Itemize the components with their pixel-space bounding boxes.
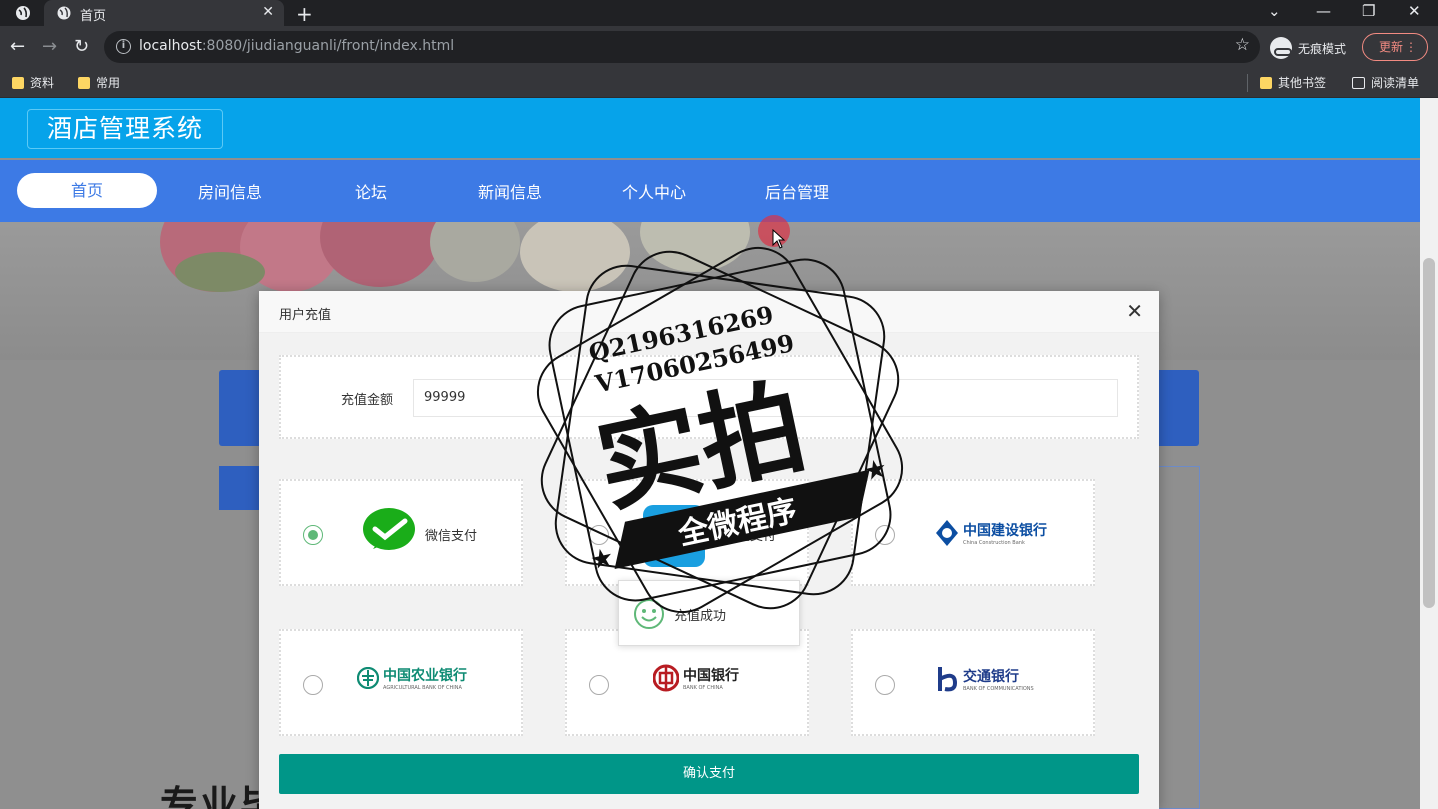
incognito-indicator[interactable]: 无痕模式 [1270,37,1346,59]
abc-icon [357,667,379,689]
new-tab-icon[interactable]: + [296,2,313,26]
radio-button[interactable] [303,675,323,695]
star-icon[interactable]: ☆ [1235,35,1250,55]
toast-message: 充值成功 [674,609,727,624]
back-icon[interactable]: ← [10,36,25,57]
chevron-down-icon[interactable]: ⌄ [1268,2,1281,20]
close-window-icon[interactable]: ✕ [1408,2,1421,20]
reload-icon[interactable]: ↻ [74,36,89,57]
mouse-cursor-icon [772,229,786,249]
globe-icon [16,6,30,20]
nav-item-home[interactable]: 首页 [17,173,157,208]
close-icon[interactable]: ✕ [262,4,274,20]
radio-button[interactable] [303,525,323,545]
url-text: localhost:8080/jiudianguanli/front/index… [139,38,455,54]
browser-tab-bar: 首页 ✕ + ⌄ — ❐ ✕ [0,0,1438,26]
bocom-icon [938,667,958,692]
amount-input[interactable]: 99999 [413,379,1118,417]
dialog-header: 用户充值 ✕ [259,291,1159,333]
folder-icon [1260,76,1272,89]
browser-toolbar: ← → ↻ i localhost:8080/jiudianguanli/fro… [0,26,1438,68]
boc-logo: 中国银行 BANK OF CHINA [653,663,739,693]
forward-icon[interactable]: → [42,36,57,57]
site-header: 酒店管理系统 [0,98,1420,158]
scrollbar-thumb[interactable] [1423,258,1435,608]
tab-title: 首页 [80,9,107,24]
restore-icon[interactable]: ❐ [1362,2,1375,20]
globe-icon [57,6,71,20]
more-icon[interactable]: ⋮ [1405,34,1417,60]
nav-item-profile[interactable]: 个人中心 [622,179,686,203]
radio-button[interactable] [875,525,895,545]
nav-item-admin[interactable]: 后台管理 [765,179,829,203]
bocom-logo: 交通银行 BANK OF COMMUNICATIONS [937,665,1034,693]
payment-option-bocom[interactable]: 交通银行 BANK OF COMMUNICATIONS [851,629,1095,736]
alipay-icon: 支 [643,505,705,567]
bookmark-folder[interactable]: 其他书签 [1260,74,1326,91]
payment-option-alipay[interactable]: 支 支付宝支付 [565,479,809,586]
success-toast: 充值成功 [618,580,800,646]
tab-home[interactable]: 首页 ✕ [44,0,284,26]
payment-option-wechat[interactable]: 微信支付 [279,479,523,586]
folder-icon [12,76,24,89]
address-bar[interactable]: i localhost:8080/jiudianguanli/front/ind… [104,31,1260,63]
boc-icon [653,664,679,692]
main-nav: 首页 房间信息 论坛 新闻信息 个人中心 后台管理 [0,160,1420,222]
reading-list[interactable]: 阅读清单 [1352,74,1419,91]
minimize-icon[interactable]: — [1316,2,1331,20]
divider [1247,74,1248,92]
smile-icon [634,599,664,629]
folder-icon [78,76,90,89]
content-sidebar [1158,466,1200,809]
wechat-pay-icon [363,508,415,550]
info-icon[interactable]: i [116,39,131,54]
payment-label: 支付宝支付 [711,529,777,544]
ccb-logo: 中国建设银行 China Construction Bank [935,519,1047,547]
scrollbar[interactable] [1420,98,1438,809]
site-logo[interactable]: 酒店管理系统 [27,109,223,149]
update-button[interactable]: 更新 ⋮ [1362,33,1428,61]
incognito-icon [1270,37,1292,59]
nav-item-rooms[interactable]: 房间信息 [198,179,262,203]
amount-label: 充值金额 [341,393,394,408]
svg-text:支: 支 [659,520,689,555]
confirm-payment-button[interactable]: 确认支付 [279,754,1139,794]
bookmarks-bar: 资料 常用 其他书签 阅读清单 [0,68,1438,98]
payment-option-abc[interactable]: 中国农业银行 AGRICULTURAL BANK OF CHINA [279,629,523,736]
recharge-dialog: 用户充值 ✕ 充值金额 99999 微信支付 支 支付宝支付 中国建设银行 Chi… [259,291,1159,809]
radio-button[interactable] [589,675,609,695]
abc-logo: 中国农业银行 AGRICULTURAL BANK OF CHINA [357,665,467,691]
nav-item-news[interactable]: 新闻信息 [478,179,542,203]
dialog-title: 用户充值 [279,308,332,323]
bookmark-folder[interactable]: 资料 [12,74,54,91]
bookmark-folder[interactable]: 常用 [78,74,120,91]
close-icon[interactable]: ✕ [1126,299,1143,323]
radio-button[interactable] [589,525,609,545]
amount-section: 充值金额 99999 [279,355,1139,439]
reading-list-icon [1352,76,1365,89]
payment-option-ccb[interactable]: 中国建设银行 China Construction Bank [851,479,1095,586]
ccb-icon [936,520,958,546]
payment-label: 微信支付 [425,529,478,544]
radio-button[interactable] [875,675,895,695]
nav-item-forum[interactable]: 论坛 [355,179,387,203]
